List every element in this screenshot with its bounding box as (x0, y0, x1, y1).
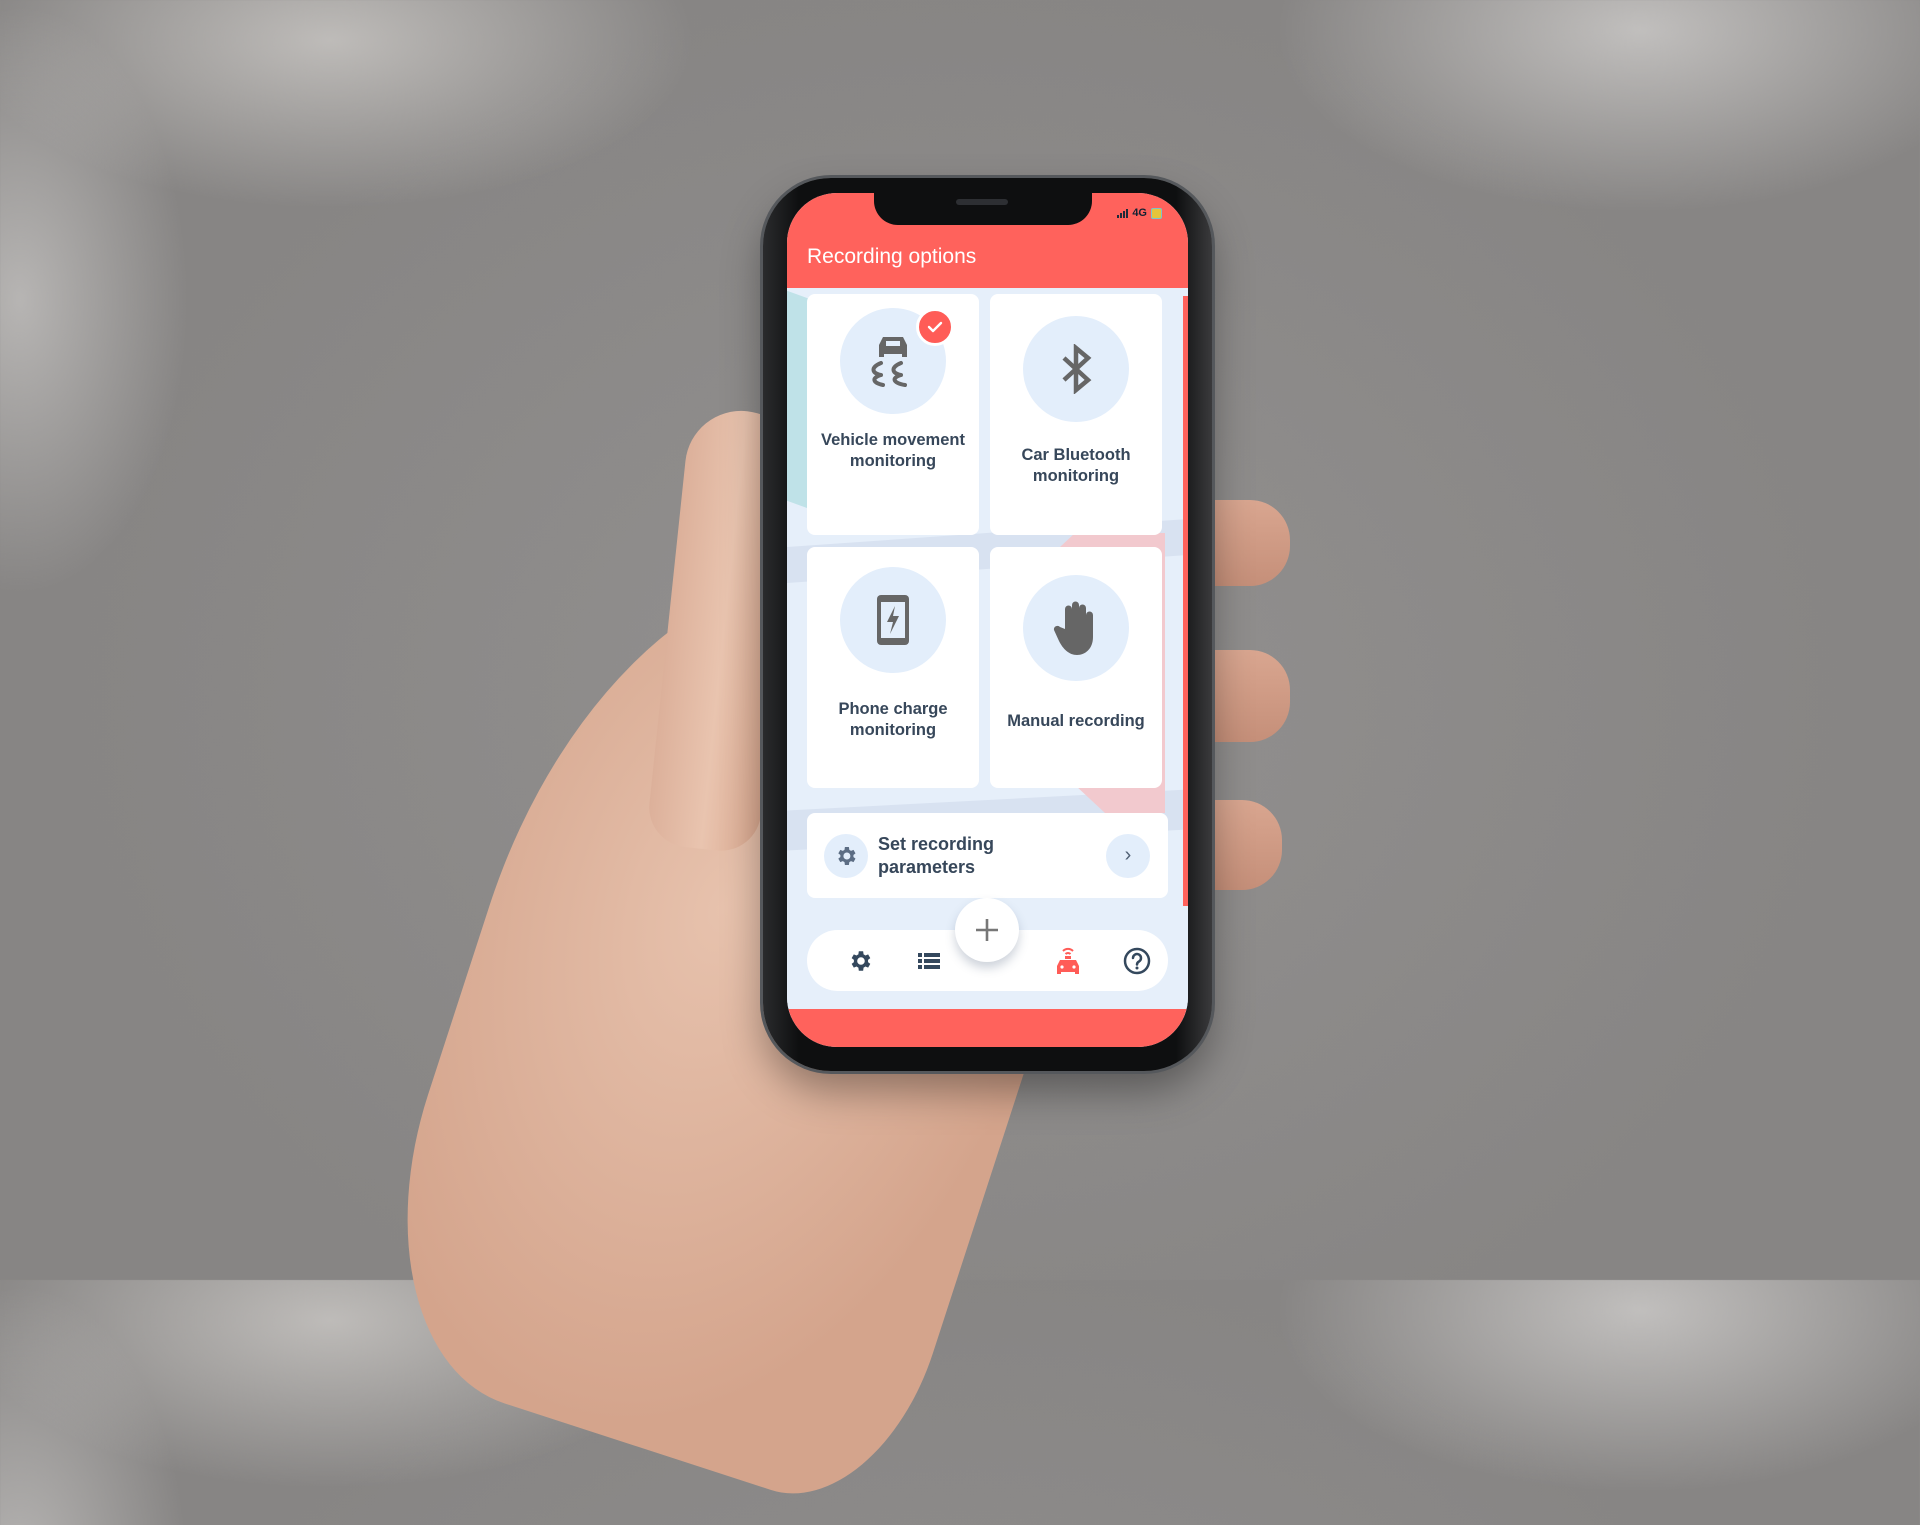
plus-icon (976, 919, 998, 941)
icon-circle (1023, 316, 1129, 422)
nav-help[interactable] (1121, 945, 1153, 977)
checkmark-icon (927, 321, 943, 333)
battery-icon (1151, 207, 1162, 219)
speaker-grille (956, 199, 1008, 205)
gear-icon (851, 951, 871, 971)
option-card-car-bluetooth[interactable]: Car Bluetooth monitoring (990, 294, 1162, 535)
set-recording-parameters-button[interactable]: Set recording parameters › (807, 813, 1168, 898)
phone-device: 4G Recording options Vehicle movement mo… (763, 178, 1212, 1071)
vehicle-skid-icon (871, 337, 907, 387)
bluetooth-icon (1062, 344, 1092, 394)
gear-icon (838, 846, 856, 865)
option-label: Vehicle movement monitoring (821, 431, 965, 470)
option-card-vehicle-movement[interactable]: Vehicle movement monitoring (807, 294, 979, 535)
icon-circle (840, 308, 954, 414)
content-area: Vehicle movement monitoring Car Bluetoot… (787, 288, 1188, 1018)
option-card-manual-recording[interactable]: Manual recording (990, 547, 1162, 788)
add-button[interactable] (955, 898, 1019, 962)
phone-notch (874, 193, 1092, 225)
option-label: Manual recording (1007, 712, 1145, 730)
chevron-right-icon[interactable]: › (1106, 833, 1150, 878)
hand-icon (1053, 601, 1093, 655)
nav-settings[interactable] (844, 945, 876, 977)
option-label: Phone charge monitoring (838, 700, 948, 739)
icon-circle (840, 567, 946, 673)
phone-screen: 4G Recording options Vehicle movement mo… (787, 193, 1188, 1047)
page-title: Recording options (807, 245, 977, 268)
list-icon (918, 953, 940, 969)
help-icon (1123, 947, 1151, 975)
scrollbar[interactable] (1183, 296, 1188, 906)
option-label: Car Bluetooth monitoring (1021, 446, 1131, 485)
icon-circle (1023, 575, 1129, 681)
network-type: 4G (1132, 207, 1147, 219)
nav-list[interactable] (913, 945, 945, 977)
option-card-phone-charge[interactable]: Phone charge monitoring (807, 547, 979, 788)
car-signal-icon (1057, 947, 1079, 974)
settings-row-label: Set recording parameters (878, 833, 995, 877)
gear-icon-circle (824, 833, 868, 878)
signal-bars-icon (1117, 208, 1129, 218)
selected-check-badge (916, 308, 954, 346)
phone-charging-icon (877, 595, 909, 645)
nav-vehicle[interactable] (1052, 945, 1084, 977)
bottom-accent-bar (787, 1009, 1188, 1047)
status-bar: 4G (1117, 207, 1162, 219)
recording-options-grid: Vehicle movement monitoring Car Bluetoot… (807, 294, 1168, 788)
